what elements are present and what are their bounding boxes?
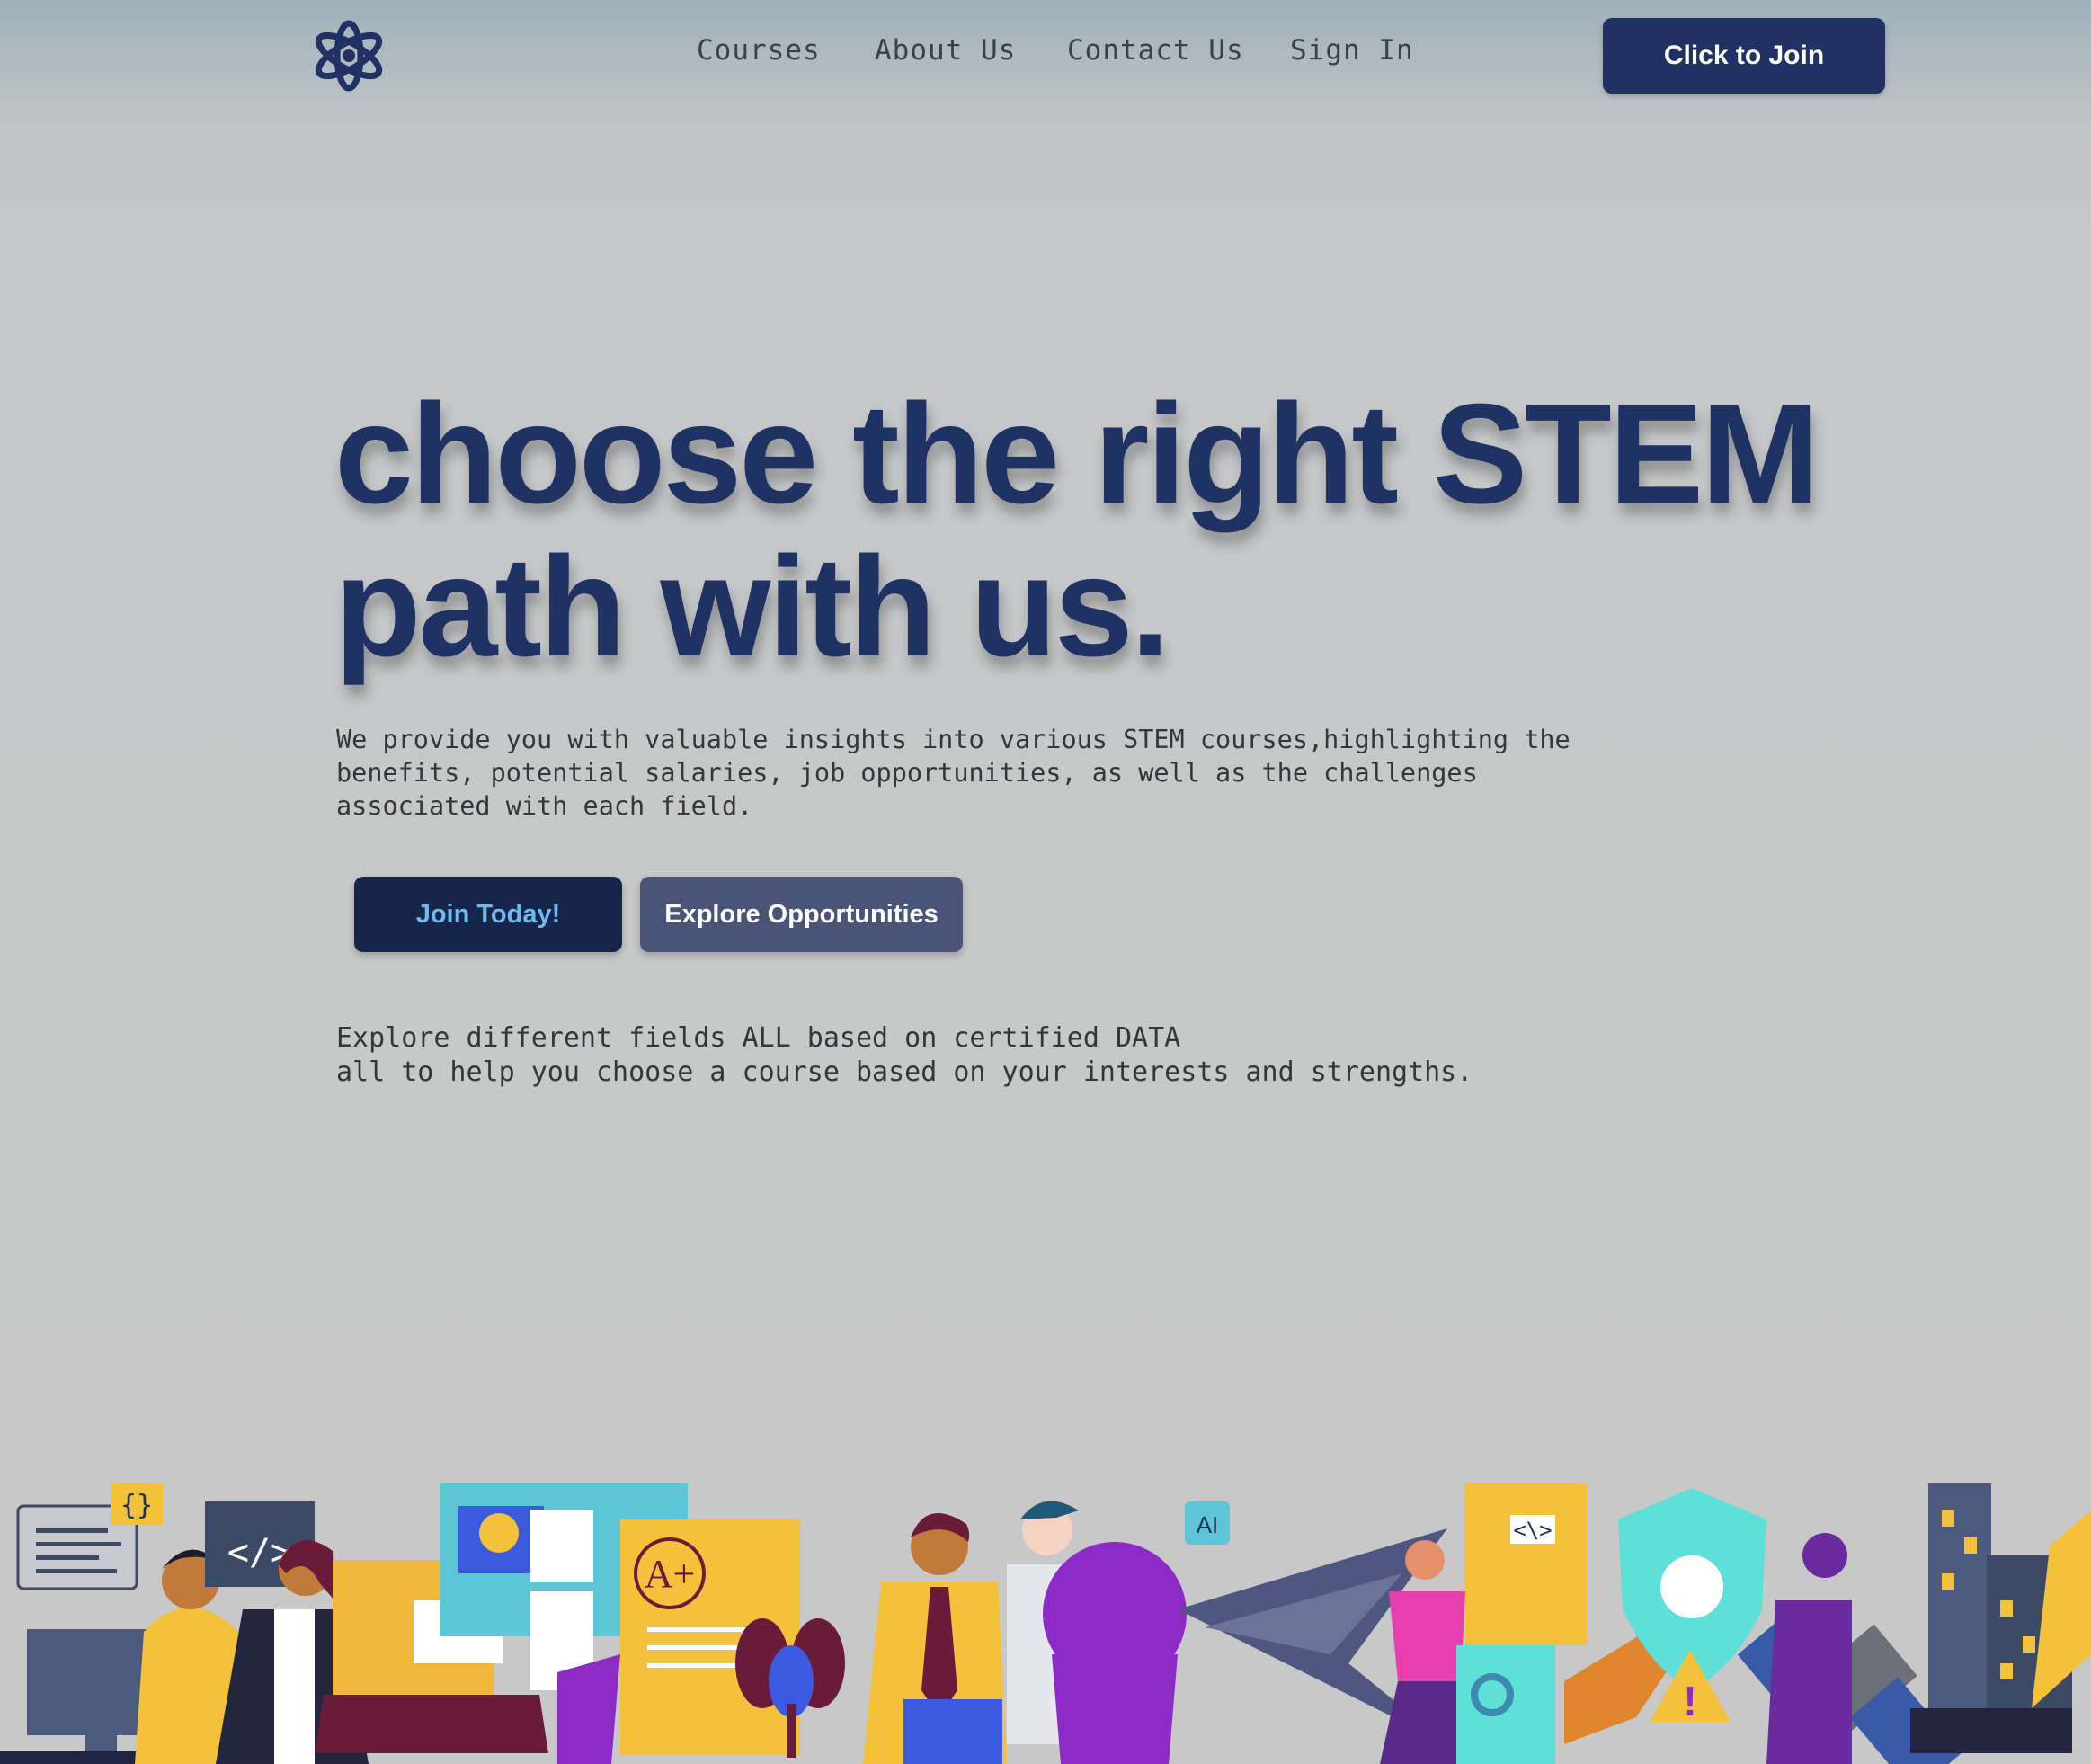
nav-sign-in[interactable]: Sign In xyxy=(1290,34,1414,67)
code-card-icon: <\> xyxy=(1465,1483,1587,1645)
keyboard-icon xyxy=(315,1695,548,1753)
ai-chip-icon: AI xyxy=(1185,1501,1230,1545)
stem-people-illustration: {} </> A+ AI <\> ! xyxy=(0,1483,2091,1764)
nav-courses[interactable]: Courses xyxy=(697,34,821,67)
join-today-button[interactable]: Join Today! xyxy=(354,877,622,952)
hero-description: We provide you with valuable insights in… xyxy=(336,725,1570,821)
nav-about-us[interactable]: About Us xyxy=(875,34,1016,67)
braces-icon: {} xyxy=(111,1483,163,1525)
svg-text:{}: {} xyxy=(120,1490,153,1521)
hero-subtext: Explore different fields ALL based on ce… xyxy=(336,1022,1473,1088)
svg-text:AI: AI xyxy=(1197,1511,1219,1538)
explore-opportunities-button[interactable]: Explore Opportunities xyxy=(640,877,963,952)
svg-text:A+: A+ xyxy=(645,1552,696,1596)
click-to-join-button[interactable]: Click to Join xyxy=(1603,18,1885,94)
svg-text:!: ! xyxy=(1683,1678,1696,1724)
lightbulb-icon xyxy=(479,1513,519,1553)
svg-text:<\>: <\> xyxy=(1513,1518,1552,1543)
student-person xyxy=(863,1513,1007,1764)
hero-title: choose the right STEM path with us. xyxy=(334,375,1820,686)
brain-person xyxy=(1043,1542,1187,1764)
nav-contact-us[interactable]: Contact Us xyxy=(1067,34,1244,67)
